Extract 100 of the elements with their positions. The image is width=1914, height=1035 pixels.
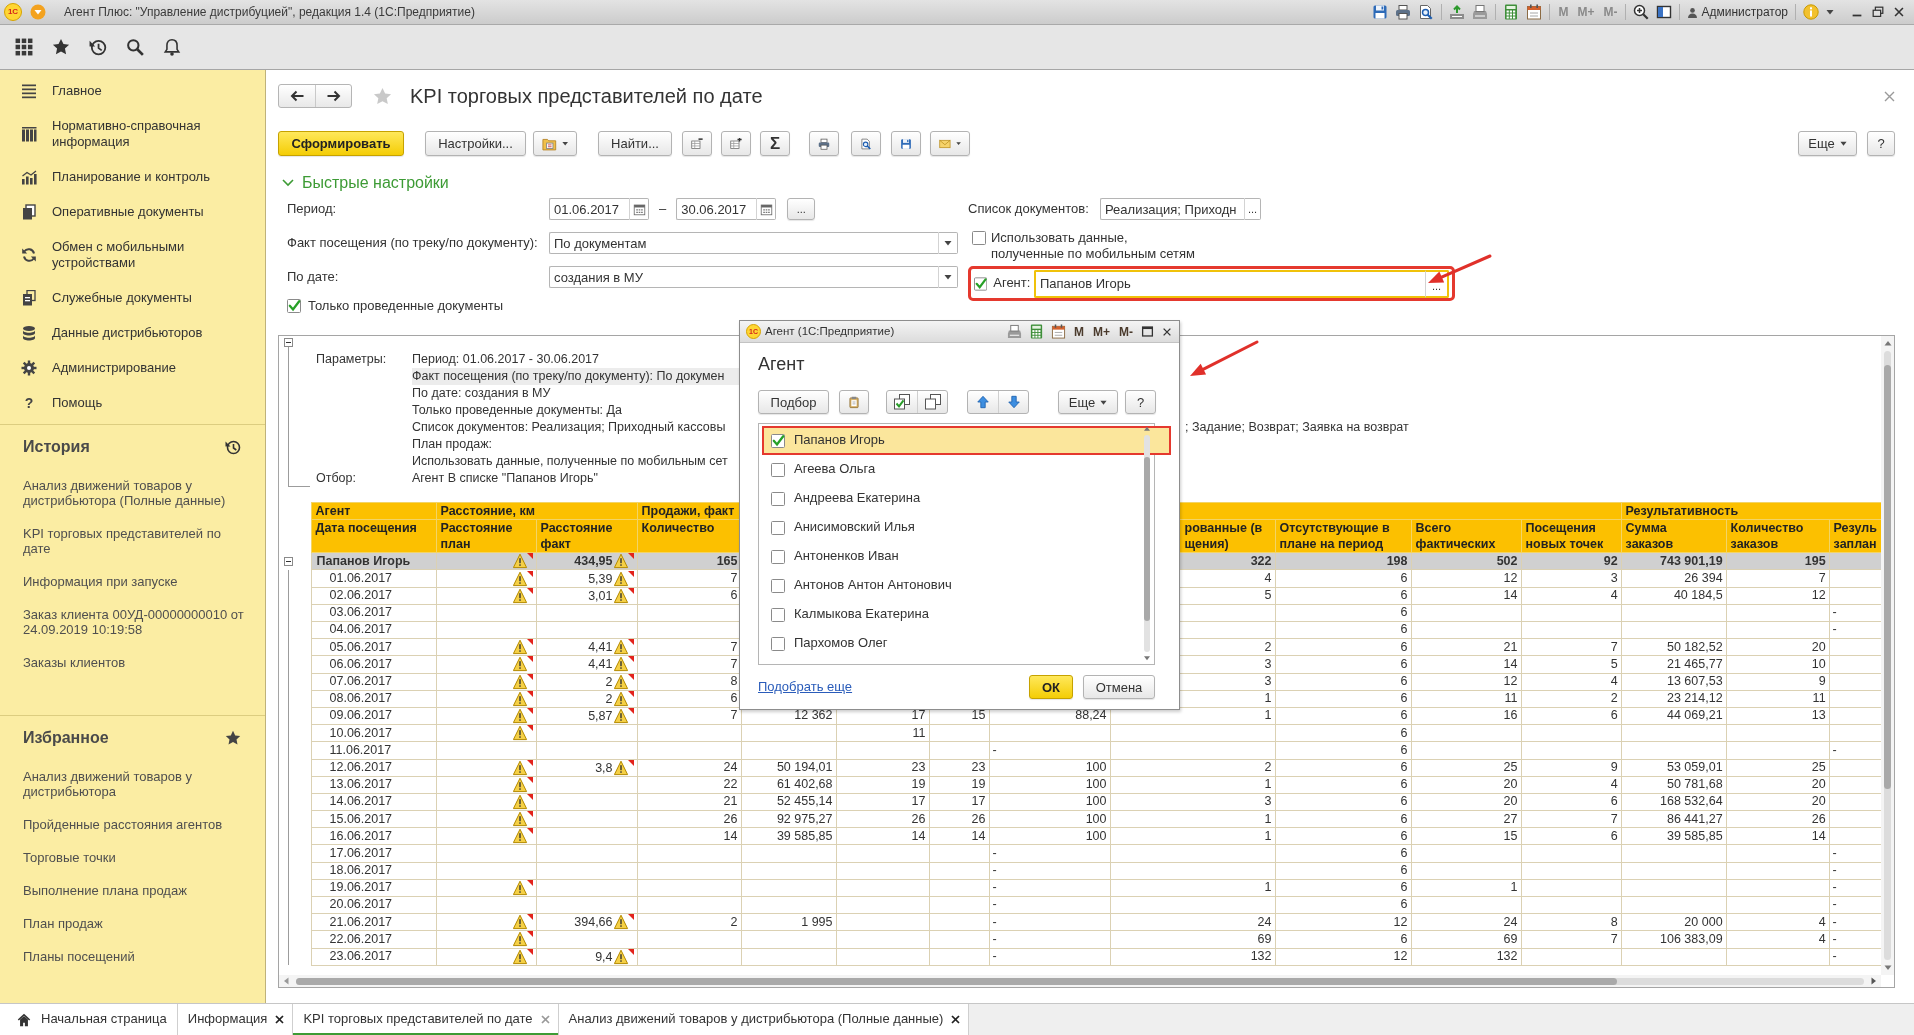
favorite-link[interactable]: Пройденные расстояния агентов: [23, 808, 223, 841]
date-field[interactable]: 30.06.2017: [676, 198, 757, 220]
scroll-down-icon[interactable]: [1143, 655, 1151, 661]
sidebar-item[interactable]: Помощь: [52, 394, 103, 411]
more-button[interactable]: Еще: [1798, 131, 1857, 156]
settings-button[interactable]: Настройки...: [425, 131, 526, 156]
favorite-star-icon[interactable]: [373, 86, 392, 106]
sidebar-item[interactable]: Обмен с мобильными устройствами: [52, 238, 247, 271]
scrollbar-thumb[interactable]: [1884, 365, 1891, 790]
favorite-link[interactable]: Анализ движений товаров у дистрибьютора: [23, 760, 245, 808]
sum-button[interactable]: Σ: [760, 131, 790, 156]
close-icon[interactable]: [951, 1015, 961, 1024]
sidebar-item[interactable]: Нормативно-справочная информация: [52, 117, 247, 150]
horizontal-scrollbar[interactable]: [279, 975, 1881, 988]
scroll-right-icon[interactable]: [1870, 977, 1877, 986]
close-icon[interactable]: [275, 1015, 285, 1024]
calendar-button[interactable]: [756, 198, 777, 220]
documents-icon[interactable]: [21, 203, 37, 220]
checkbox[interactable]: [771, 491, 785, 506]
agent-field[interactable]: Папанов Игорь: [1034, 269, 1425, 298]
collapse-icon[interactable]: [284, 557, 293, 567]
history-link[interactable]: Заказы клиентов: [23, 646, 126, 679]
preview-button[interactable]: [851, 131, 881, 156]
ok-button[interactable]: ОК: [1029, 675, 1073, 699]
generate-button[interactable]: Сформировать: [278, 131, 404, 156]
checkbox[interactable]: [771, 578, 785, 593]
folder-menu-button[interactable]: [533, 131, 577, 156]
restore-icon[interactable]: [1871, 5, 1885, 19]
sidebar-item[interactable]: Главное: [52, 82, 102, 99]
vertical-scrollbar[interactable]: [1881, 336, 1894, 976]
save-icon[interactable]: [1372, 4, 1389, 20]
history-link[interactable]: Анализ движений товаров у дистрибьютора (Полные данные): [23, 469, 245, 517]
tab[interactable]: KPI торговых представителей по дате: [293, 1004, 559, 1035]
save-button[interactable]: [891, 131, 921, 156]
date-field[interactable]: 01.06.2017: [549, 198, 629, 220]
documents-field[interactable]: Реализация; Приходн: [1100, 198, 1244, 220]
documents-icon[interactable]: [21, 289, 37, 306]
history-icon[interactable]: [89, 38, 107, 56]
memory-button[interactable]: M: [1073, 325, 1085, 338]
info-icon[interactable]: [1803, 4, 1819, 20]
checkbox[interactable]: [771, 462, 785, 477]
history-icon[interactable]: [225, 439, 241, 455]
sidebar-item[interactable]: Администрирование: [52, 359, 176, 376]
history-link[interactable]: Информация при запуске: [23, 565, 178, 598]
bar-chart-icon[interactable]: [21, 168, 37, 185]
tab[interactable]: Анализ движений товаров у дистрибьютора (Полные данные): [558, 1004, 970, 1035]
printer-icon[interactable]: [1007, 324, 1022, 339]
search-icon[interactable]: [126, 38, 144, 56]
calendar-icon[interactable]: [1526, 4, 1543, 20]
caret-icon[interactable]: [1826, 8, 1834, 16]
scroll-up-icon[interactable]: [1883, 340, 1892, 348]
maximize-icon[interactable]: [1141, 325, 1154, 338]
expand-button[interactable]: [721, 131, 751, 156]
history-link[interactable]: Заказ клиента 00УД-00000000010 от 24.09.2019 10:19:58: [23, 598, 245, 646]
zoom-in-icon[interactable]: [1633, 4, 1650, 20]
collapse-icon[interactable]: [284, 338, 293, 348]
star-icon[interactable]: [225, 730, 241, 746]
printer-icon[interactable]: [1395, 4, 1412, 20]
scroll-down-icon[interactable]: [1883, 964, 1892, 972]
checkbox[interactable]: [974, 276, 988, 291]
list-item[interactable]: Папанов Игорь: [762, 426, 1171, 455]
dropdown-button[interactable]: [938, 266, 958, 288]
scrollbar-thumb[interactable]: [1144, 457, 1150, 621]
database-icon[interactable]: [21, 324, 37, 341]
history-link[interactable]: KPI торговых представителей по дате: [23, 517, 245, 565]
more-button[interactable]: Еще: [1058, 390, 1118, 414]
pick-button[interactable]: Подбор: [758, 390, 829, 414]
print-button[interactable]: [809, 131, 839, 156]
pick-more-link[interactable]: Подобрать еще: [758, 678, 853, 696]
menu-icon[interactable]: [21, 82, 37, 99]
checkbox[interactable]: [287, 299, 301, 314]
memory-button[interactable]: M+: [1092, 325, 1111, 338]
favorite-link[interactable]: Торговые точки: [23, 841, 116, 874]
checkbox[interactable]: [771, 636, 785, 651]
ellipsis-button[interactable]: ...: [787, 198, 816, 220]
list-scrollbar[interactable]: [1143, 426, 1151, 661]
help-icon[interactable]: ?: [21, 394, 37, 411]
calculator-icon[interactable]: [1503, 4, 1520, 20]
sync-icon[interactable]: [21, 246, 37, 263]
calculator-icon[interactable]: [1029, 324, 1044, 339]
checkbox[interactable]: [972, 231, 986, 245]
collapse-button[interactable]: [682, 131, 712, 156]
sidebar-item[interactable]: Оперативные документы: [52, 203, 204, 220]
tab[interactable]: Информация: [177, 1004, 294, 1035]
list-item[interactable]: Агеева Ольга: [762, 455, 1137, 484]
user-name[interactable]: Администратор: [1701, 4, 1788, 20]
favorite-link[interactable]: План продаж: [23, 907, 103, 940]
gear-icon[interactable]: [21, 359, 37, 376]
close-icon[interactable]: [1892, 5, 1906, 19]
star-icon[interactable]: [52, 38, 70, 56]
dropdown-button[interactable]: [938, 232, 958, 254]
panel-icon[interactable]: [1656, 4, 1673, 20]
checkbox-label[interactable]: Использовать данные, полученные по мобильным сетям: [991, 230, 1196, 262]
list-item[interactable]: Пархомов Олег: [762, 629, 1137, 658]
dropdown-field[interactable]: создания в МУ: [549, 266, 938, 288]
checkbox[interactable]: [771, 607, 785, 622]
calendar-icon[interactable]: [1051, 324, 1066, 339]
list-item[interactable]: Калмыкова Екатерина: [762, 600, 1137, 629]
section-toggle[interactable]: Быстрые настройки: [282, 173, 449, 193]
printer-icon[interactable]: [1472, 4, 1489, 20]
